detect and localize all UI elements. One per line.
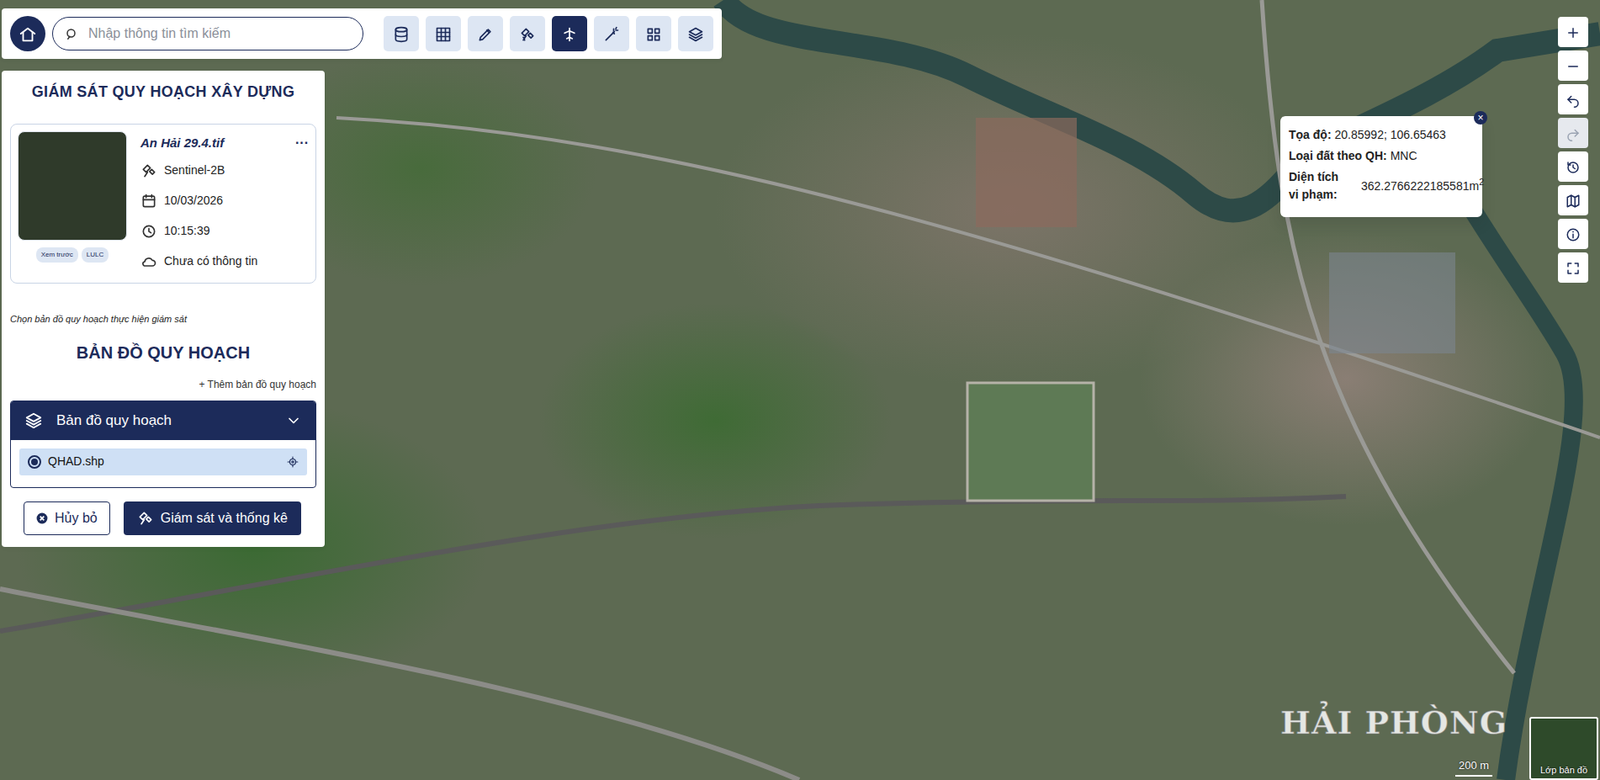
map-control-button[interactable] xyxy=(1557,252,1589,283)
tool-button[interactable] xyxy=(551,15,588,52)
panel-actions: Hủy bỏ Giám sát và thống kê xyxy=(10,501,317,536)
image-badge[interactable]: Xem trước xyxy=(36,247,79,263)
group-title: Bản đồ quy hoạch xyxy=(56,409,272,432)
tool-button[interactable] xyxy=(509,15,546,52)
redo-icon xyxy=(1565,122,1581,144)
image-badge[interactable]: LULC xyxy=(81,247,109,263)
satellite-icon xyxy=(519,23,536,44)
tool-button[interactable] xyxy=(635,15,672,52)
map-control-button[interactable] xyxy=(1557,218,1589,250)
image-thumbnail[interactable] xyxy=(17,131,128,241)
map-control-button[interactable] xyxy=(1557,84,1589,115)
popup-row: Loại đất theo QH:MNC xyxy=(1288,147,1473,165)
info-icon xyxy=(1565,223,1581,244)
cloud-icon xyxy=(140,251,158,270)
zoom-in-icon xyxy=(1565,21,1581,43)
image-date: 10/03/2026 xyxy=(164,191,223,210)
zoom-out-icon xyxy=(1565,55,1581,76)
section-title: BẢN ĐỒ QUY HOẠCH xyxy=(10,339,317,366)
popup-close-button[interactable]: × xyxy=(1473,111,1488,125)
basemap-label: Lớp bản đồ xyxy=(1531,762,1597,778)
map-control-button[interactable] xyxy=(1557,50,1589,81)
layer-radio[interactable] xyxy=(27,455,42,469)
tool-button[interactable] xyxy=(593,15,630,52)
satellite-icon xyxy=(140,160,158,179)
scale-bar: 200 m xyxy=(1455,757,1493,777)
image-name: An Hải 29.4.tif xyxy=(140,133,224,154)
tool-button[interactable] xyxy=(383,15,419,52)
image-time: 10:15:39 xyxy=(164,222,211,240)
history-icon xyxy=(1565,156,1581,177)
map-control-button[interactable] xyxy=(1557,185,1589,216)
image-satellite: Sentinel-2B xyxy=(164,161,225,180)
layers-icon xyxy=(24,409,43,432)
popup-label: Diện tích vi phạm: xyxy=(1288,168,1348,204)
hint-text: Chọn bản đồ quy hoạch thực hiện giám sát xyxy=(10,312,317,327)
panel-title: GIÁM SÁT QUY HOẠCH XÂY DỰNG xyxy=(10,80,317,104)
group-header[interactable]: Bản đồ quy hoạch xyxy=(10,401,316,440)
watermark: HẢI PHÒNG xyxy=(1280,698,1508,747)
pen-icon xyxy=(476,23,494,44)
search-icon xyxy=(64,23,80,44)
search-box xyxy=(52,16,364,51)
calendar-icon xyxy=(140,190,158,209)
tool-button[interactable] xyxy=(678,15,714,52)
map-icon xyxy=(1565,190,1581,211)
locate-icon[interactable] xyxy=(286,452,299,471)
monitor-button[interactable]: Giám sát và thống kê xyxy=(123,501,302,536)
add-map-link[interactable]: + Thêm bản đồ quy hoạch xyxy=(10,376,317,393)
close-icon xyxy=(36,508,48,529)
database-icon xyxy=(392,23,410,44)
map-control-button[interactable] xyxy=(1557,151,1589,182)
info-popup: ×Tọa độ:20.85992; 106.65463Loại đất theo… xyxy=(1280,116,1483,218)
map-controls xyxy=(1557,16,1589,283)
home-button[interactable] xyxy=(10,15,46,52)
layer-item[interactable]: QHAD.shp xyxy=(19,448,308,476)
tool-button[interactable] xyxy=(467,15,504,52)
popup-value: 20.85992; 106.65463 xyxy=(1335,127,1447,142)
image-card[interactable]: Xem trướcLULC An Hải 29.4.tif ··· Sentinel-… xyxy=(10,123,317,284)
more-button[interactable]: ··· xyxy=(295,132,309,154)
fullscreen-icon xyxy=(1565,257,1581,278)
layers-icon xyxy=(687,23,705,44)
cancel-button[interactable]: Hủy bỏ xyxy=(23,501,111,536)
tool-button[interactable] xyxy=(425,15,461,52)
grid-icon xyxy=(434,23,452,44)
home-icon xyxy=(18,23,38,44)
undo-icon xyxy=(1565,89,1581,110)
satellite-icon xyxy=(137,508,154,529)
popup-value: 362.2766222185581m xyxy=(1361,179,1479,193)
popup-label: Tọa độ: xyxy=(1288,126,1332,144)
popup-label: Loại đất theo QH: xyxy=(1288,147,1388,165)
popup-row: Diện tích vi phạm:362.2766222185581m2 xyxy=(1288,168,1473,204)
image-cloud: Chưa có thông tin xyxy=(164,252,258,271)
clock-icon xyxy=(140,221,158,239)
top-toolbar xyxy=(1,8,722,59)
map-control-button[interactable] xyxy=(1557,16,1589,48)
plane-icon xyxy=(561,23,578,44)
map-canvas[interactable]: GIÁM SÁT QUY HOẠCH XÂY DỰNG Xem trướcLULC… xyxy=(0,0,1600,780)
chevron-icon[interactable] xyxy=(285,409,302,432)
layer-group: Bản đồ quy hoạch QHAD.shp xyxy=(10,400,317,488)
popup-row: Tọa độ:20.85992; 106.65463 xyxy=(1288,126,1473,144)
unit-exponent: 2 xyxy=(1478,176,1484,187)
apps-icon xyxy=(645,23,663,44)
search-input[interactable] xyxy=(86,22,351,45)
side-panel: GIÁM SÁT QUY HOẠCH XÂY DỰNG Xem trướcLULC… xyxy=(1,70,325,547)
popup-value: MNC xyxy=(1390,148,1418,163)
layer-name: QHAD.shp xyxy=(47,452,281,471)
basemap-switcher[interactable]: Lớp bản đồ xyxy=(1529,716,1599,780)
map-control-button[interactable] xyxy=(1557,117,1589,149)
wand-icon xyxy=(603,23,620,44)
tool-group xyxy=(383,15,714,52)
